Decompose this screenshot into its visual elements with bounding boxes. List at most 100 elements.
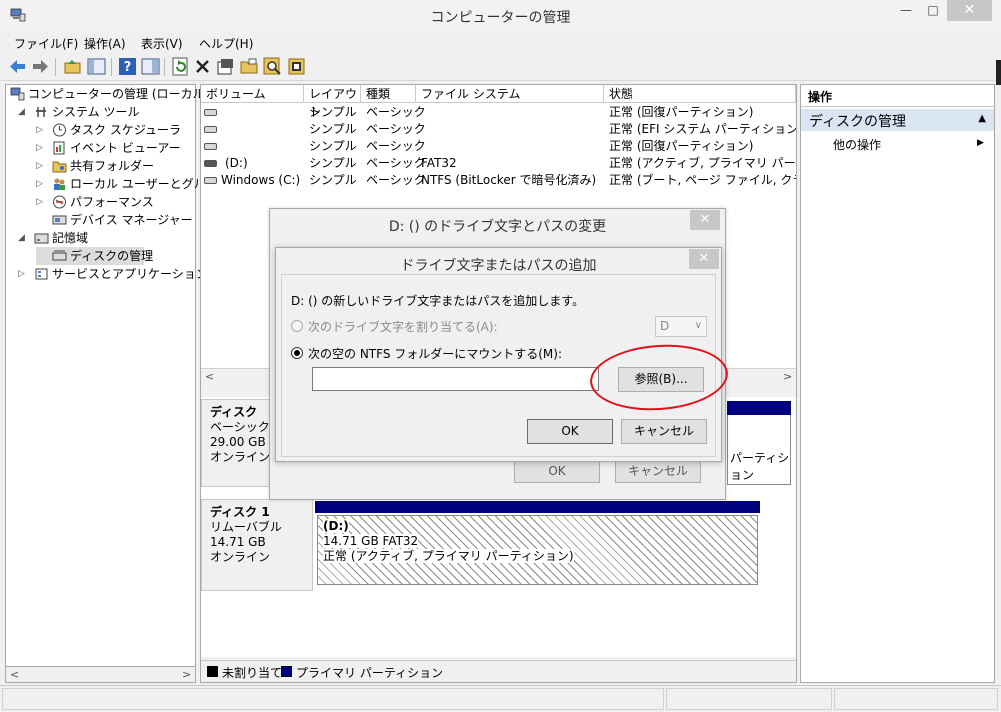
tree-label: 共有フォルダー <box>70 159 155 173</box>
settings-icon[interactable] <box>287 57 306 76</box>
status-bar <box>0 685 1001 712</box>
drive-icon <box>204 160 217 167</box>
forward-arrow-icon[interactable] <box>31 57 50 76</box>
table-row[interactable]: Windows (C:) シンプル ベーシック NTFS (BitLocker … <box>201 172 796 189</box>
expand-arrow-icon[interactable]: ▷ <box>36 157 43 175</box>
clock-icon <box>53 123 66 137</box>
tree-horizontal-scrollbar[interactable]: < > <box>5 666 196 683</box>
dialog-cancel-button[interactable]: キャンセル <box>615 459 701 483</box>
disk-1-label[interactable]: ディスク 1 リムーバブル 14.71 GB オンライン <box>201 499 313 591</box>
up-folder-icon[interactable] <box>63 57 82 76</box>
disk-1-partition[interactable]: (D:) 14.71 GB FAT32 正常 (アクティブ, プライマリ パーテ… <box>317 515 758 585</box>
table-row[interactable]: シンプル ベーシック 正常 (回復パーティション) <box>201 104 796 121</box>
help-icon[interactable]: ? <box>118 57 137 76</box>
menu-help[interactable]: ヘルプ(H) <box>199 35 253 52</box>
column-header-type[interactable]: 種類 <box>361 85 416 103</box>
collapse-up-icon[interactable]: ▲ <box>978 113 986 124</box>
delete-icon[interactable] <box>193 57 212 76</box>
table-row[interactable]: シンプル ベーシック 正常 (EFI システム パーティション) <box>201 121 796 138</box>
add-drive-letter-dialog: ドライブ文字またはパスの追加 ✕ D: () の新しいドライブ文字またはパスを追… <box>275 247 722 462</box>
dialog-body: D: () の新しいドライブ文字またはパスを追加します。 次のドライブ文字を割り… <box>281 274 716 457</box>
menu-view[interactable]: 表示(V) <box>141 35 183 52</box>
expand-arrow-icon[interactable]: ▷ <box>18 265 25 283</box>
drive-letter-select[interactable]: D ∨ <box>655 316 707 337</box>
device-manager-icon <box>52 215 67 225</box>
tree-label: 記憶域 <box>52 231 89 245</box>
toolbar-separator <box>164 58 165 76</box>
collapse-arrow-icon[interactable]: ◢ <box>18 229 25 247</box>
dialog-close-button[interactable]: ✕ <box>689 249 719 269</box>
back-arrow-icon[interactable] <box>8 57 27 76</box>
ok-button[interactable]: OK <box>527 419 613 444</box>
expand-arrow-icon[interactable]: ▷ <box>36 175 43 193</box>
search-icon[interactable] <box>263 57 282 76</box>
mount-folder-radio[interactable] <box>291 347 303 359</box>
minimize-button[interactable]: — <box>893 0 919 21</box>
collapse-arrow-icon[interactable]: ◢ <box>18 103 25 121</box>
disk-1-name: ディスク 1 <box>210 505 270 519</box>
legend-primary-label: プライマリ パーティション <box>296 666 444 680</box>
status-cell: 正常 (回復パーティション) <box>609 139 754 153</box>
tree-label: パフォーマンス <box>70 195 154 209</box>
svg-text:?: ? <box>124 60 132 75</box>
menu-bar: ファイル(F) 操作(A) 表示(V) ヘルプ(H) <box>0 31 1001 53</box>
drive-icon <box>204 177 217 184</box>
window-title: コンピューターの管理 <box>430 10 571 26</box>
column-header-status[interactable]: 状態 <box>604 85 796 103</box>
disk-0-partition[interactable]: パーティション <box>727 415 791 485</box>
layout-cell: シンプル <box>309 122 357 136</box>
tools-icon <box>36 107 46 117</box>
maximize-button[interactable]: □ <box>920 0 946 21</box>
legend-primary-swatch <box>281 666 292 677</box>
fs-cell: FAT32 <box>421 156 457 170</box>
fs-cell: NTFS (BitLocker で暗号化済み) <box>421 173 597 187</box>
dialog-close-button[interactable]: ✕ <box>690 210 720 230</box>
tree-label: システム ツール <box>52 105 140 119</box>
event-viewer-icon <box>53 141 65 155</box>
tree-label: サービスとアプリケーション <box>52 267 208 281</box>
disk-management-icon <box>52 250 67 261</box>
menu-file[interactable]: ファイル(F) <box>14 35 78 52</box>
legend-unallocated-swatch <box>207 666 218 677</box>
scroll-right-icon[interactable]: > <box>182 668 191 681</box>
performance-icon <box>53 195 66 209</box>
expand-arrow-icon[interactable]: ▷ <box>36 121 43 139</box>
dialog-ok-button[interactable]: OK <box>514 459 600 483</box>
submenu-arrow-icon[interactable]: ▶ <box>977 138 984 148</box>
column-header-layout[interactable]: レイアウト <box>304 85 361 119</box>
properties-icon[interactable] <box>216 57 235 76</box>
scroll-right-icon[interactable]: > <box>783 370 792 383</box>
properties-pane-icon[interactable] <box>141 57 160 76</box>
assign-letter-label: 次のドライブ文字を割り当てる(A): <box>308 320 498 334</box>
column-header-volume[interactable]: ボリューム <box>201 85 304 103</box>
actions-section-disk-management[interactable]: ディスクの管理 ▲ <box>801 109 994 131</box>
tree-item-disk-management[interactable]: ディスクの管理 <box>36 247 153 265</box>
cancel-button[interactable]: キャンセル <box>621 419 707 444</box>
open-folder-icon[interactable] <box>240 57 259 76</box>
show-hide-tree-icon[interactable] <box>87 57 106 76</box>
expand-arrow-icon[interactable]: ▷ <box>36 193 43 211</box>
more-actions-item[interactable]: 他の操作 <box>833 136 881 153</box>
close-window-button[interactable]: ✕ <box>947 0 992 21</box>
table-row[interactable]: シンプル ベーシック 正常 (回復パーティション) <box>201 138 796 155</box>
refresh-icon[interactable] <box>171 57 190 76</box>
actions-header: 操作 <box>801 85 994 107</box>
disk-1-type: リムーバブル <box>210 520 282 534</box>
drive-letter-value: D <box>660 319 670 333</box>
column-header-file-system[interactable]: ファイル システム <box>416 85 604 103</box>
status-cell: 正常 (回復パーティション) <box>609 105 754 119</box>
layout-cell: シンプル <box>309 156 357 170</box>
storage-icon <box>34 233 49 244</box>
menu-action[interactable]: 操作(A) <box>84 35 126 52</box>
type-cell: ベーシック <box>366 156 426 170</box>
table-row[interactable]: (D:) シンプル ベーシック FAT32 正常 (アクティブ, プライマリ パ… <box>201 155 796 172</box>
toolbar-separator <box>55 58 56 76</box>
scroll-left-icon[interactable]: < <box>205 370 214 383</box>
mount-path-input[interactable] <box>312 367 599 391</box>
layout-cell: シンプル <box>309 105 357 119</box>
assign-letter-radio[interactable] <box>291 320 303 332</box>
computer-management-icon <box>10 87 25 101</box>
expand-arrow-icon[interactable]: ▷ <box>36 139 43 157</box>
browse-button[interactable]: 参照(B)... <box>618 367 704 392</box>
scroll-left-icon[interactable]: < <box>10 668 19 681</box>
